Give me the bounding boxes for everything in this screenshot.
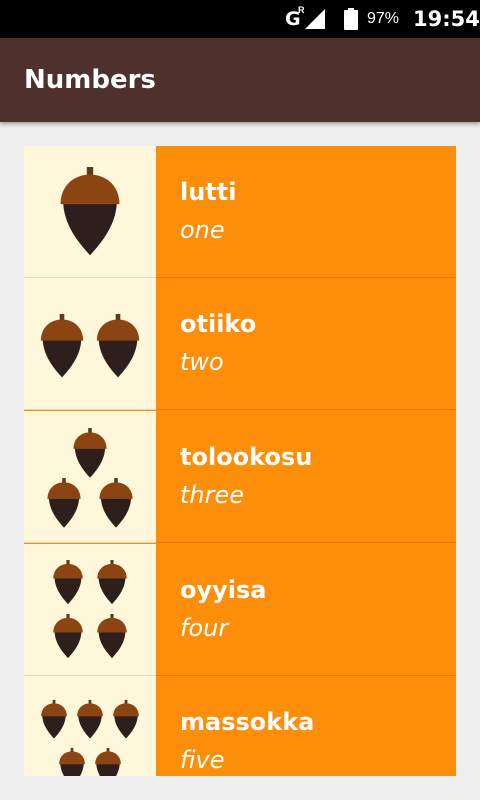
miwok-word: massokka [180, 708, 315, 736]
signal-icon [305, 9, 325, 29]
list-item[interactable]: massokka five [24, 676, 456, 776]
list-item[interactable]: tolookosu three [24, 411, 456, 543]
divider [24, 542, 456, 543]
divider [24, 409, 456, 410]
miwok-word: lutti [180, 178, 237, 206]
list-item[interactable]: otiiko two [24, 278, 456, 410]
acorn-icon [77, 700, 103, 740]
english-translation: four [180, 614, 229, 642]
acorn-image [24, 676, 156, 776]
word-list[interactable]: lutti one otiiko two tolookosu three oyy… [24, 146, 456, 776]
text-container: oyyisa four [156, 544, 456, 676]
acorn-icon [97, 559, 127, 604]
acorn-icon [60, 167, 120, 256]
text-container: massokka five [156, 676, 456, 776]
acorn-icon [96, 313, 140, 378]
english-translation: two [180, 348, 224, 376]
acorn-icon [113, 700, 139, 740]
english-translation: three [180, 481, 245, 509]
acorn-image [24, 544, 156, 676]
battery-icon [344, 8, 358, 30]
acorn-icon [41, 700, 67, 740]
acorn-icon [73, 427, 107, 478]
english-translation: one [180, 216, 225, 244]
acorn-icon [40, 313, 84, 378]
english-translation: five [180, 746, 225, 774]
acorn-image [24, 411, 156, 543]
acorn-icon [59, 748, 85, 776]
acorn-image [24, 278, 156, 410]
text-container: tolookosu three [156, 411, 456, 543]
list-item[interactable]: lutti one [24, 146, 456, 278]
acorn-image [24, 146, 156, 278]
page-title: Numbers [24, 65, 156, 95]
network-indicator: G R [285, 5, 327, 30]
status-bar: G R 97% 19:54 [0, 0, 480, 38]
acorn-icon [95, 748, 121, 776]
text-container: otiiko two [156, 278, 456, 410]
list-item[interactable]: oyyisa four [24, 544, 456, 676]
acorn-icon [47, 477, 81, 528]
miwok-word: tolookosu [180, 443, 313, 471]
acorn-icon [53, 559, 83, 604]
clock: 19:54 [413, 7, 480, 31]
acorn-icon [99, 477, 133, 528]
battery-percent: 97% [367, 10, 400, 27]
acorn-icon [97, 613, 127, 658]
text-container: lutti one [156, 146, 456, 278]
app-bar: Numbers [0, 38, 480, 122]
miwok-word: otiiko [180, 310, 257, 338]
acorn-icon [53, 613, 83, 658]
miwok-word: oyyisa [180, 576, 267, 604]
